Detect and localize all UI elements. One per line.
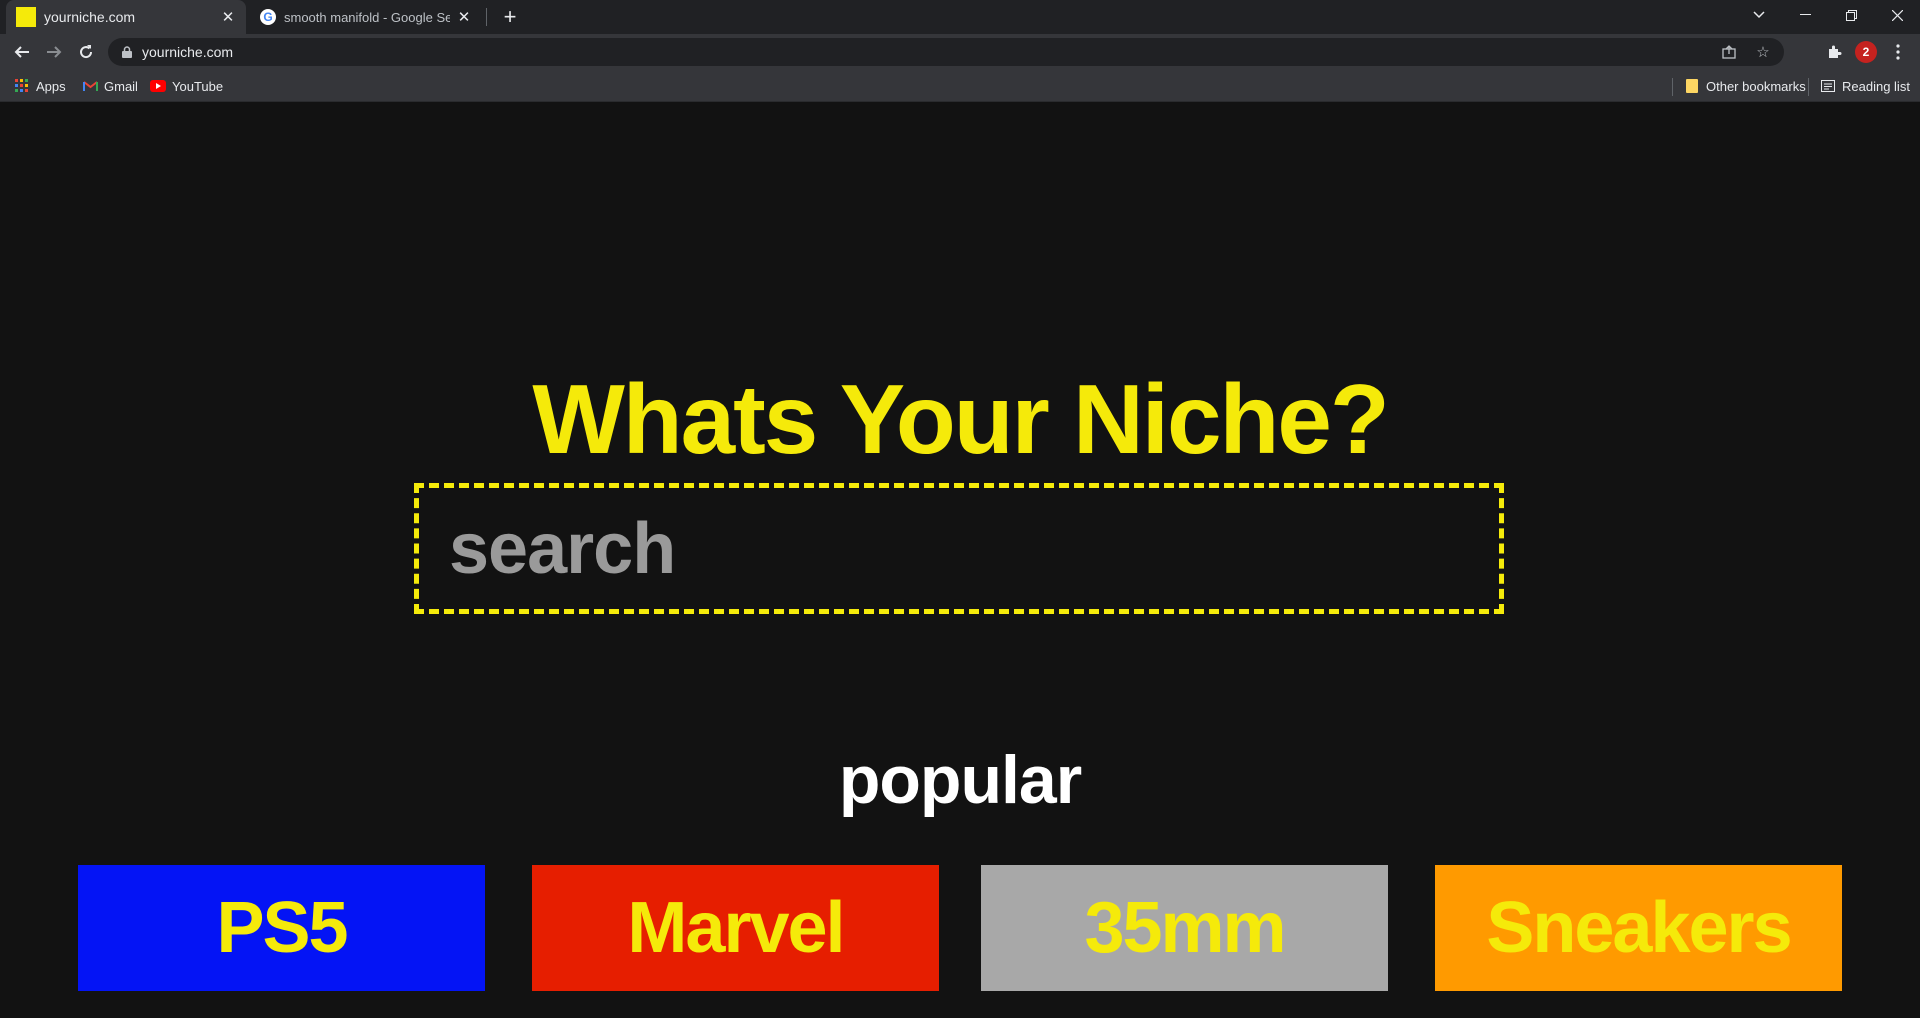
category-marvel-button[interactable]: Marvel	[532, 865, 939, 991]
gmail-icon	[82, 78, 98, 94]
close-window-icon[interactable]	[1874, 0, 1920, 30]
youtube-icon	[150, 78, 166, 94]
category-label: PS5	[216, 888, 348, 968]
extensions-puzzle-icon[interactable]	[1820, 38, 1848, 66]
forward-arrow-icon[interactable]	[40, 38, 68, 66]
back-arrow-icon[interactable]	[8, 38, 36, 66]
browser-toolbar: yourniche.com ☆ 2	[0, 34, 1920, 70]
search-input[interactable]	[419, 488, 1499, 609]
category-label: Marvel	[627, 888, 845, 968]
close-tab-icon[interactable]: ✕	[456, 8, 472, 26]
url-text: yourniche.com	[142, 44, 234, 60]
bookmark-label: Gmail	[104, 78, 138, 94]
bookmark-gmail[interactable]: Gmail	[82, 70, 138, 102]
menu-kebab-icon[interactable]	[1884, 38, 1912, 66]
bookmark-youtube[interactable]: YouTube	[150, 70, 223, 102]
restore-icon[interactable]	[1828, 0, 1874, 30]
minimize-icon[interactable]	[1782, 0, 1828, 30]
profile-avatar[interactable]: 2	[1855, 41, 1877, 63]
bookmark-apps[interactable]: Apps	[14, 70, 66, 102]
apps-grid-icon	[14, 78, 30, 94]
tab-title: smooth manifold - Google Search	[284, 9, 450, 25]
tab-search-chevron-icon[interactable]	[1736, 0, 1782, 30]
bookmarks-divider	[1808, 78, 1809, 96]
tab-google-search[interactable]: G smooth manifold - Google Search ✕	[250, 0, 482, 34]
page-title: Whats Your Niche?	[532, 364, 1389, 474]
other-bookmarks[interactable]: Other bookmarks	[1684, 70, 1806, 102]
lock-icon[interactable]	[120, 45, 134, 59]
bookmark-label: Apps	[36, 78, 66, 94]
bookmark-label: YouTube	[172, 78, 224, 94]
popular-heading: popular	[838, 742, 1082, 818]
share-icon[interactable]	[1720, 43, 1738, 61]
tab-yourniche[interactable]: yourniche.com ✕	[6, 0, 246, 34]
reading-list[interactable]: Reading list	[1820, 70, 1910, 102]
bookmarks-divider	[1672, 78, 1673, 96]
category-sneakers-button[interactable]: Sneakers	[1435, 865, 1842, 991]
google-favicon-icon: G	[260, 9, 276, 25]
folder-icon	[1684, 78, 1700, 94]
bookmarks-bar: Apps Gmail YouTube Other bookmarks Readi…	[0, 70, 1920, 102]
category-ps5-button[interactable]: PS5	[78, 865, 485, 991]
address-bar[interactable]: yourniche.com ☆	[108, 38, 1784, 66]
other-bookmarks-label: Other bookmarks	[1706, 78, 1806, 94]
close-tab-icon[interactable]: ✕	[220, 8, 236, 26]
search-box[interactable]	[414, 483, 1504, 614]
tab-title: yourniche.com	[44, 9, 136, 25]
site-favicon-icon	[16, 7, 36, 27]
tab-bar: yourniche.com ✕ G smooth manifold - Goog…	[0, 0, 1920, 34]
category-35mm-button[interactable]: 35mm	[981, 865, 1388, 991]
reading-list-icon	[1820, 78, 1836, 94]
category-label: Sneakers	[1486, 888, 1792, 968]
new-tab-button[interactable]: +	[498, 4, 522, 30]
reload-icon[interactable]	[72, 38, 100, 66]
reading-list-label: Reading list	[1842, 78, 1910, 94]
bookmark-star-icon[interactable]: ☆	[1754, 43, 1772, 61]
tab-divider	[486, 8, 487, 26]
category-label: 35mm	[1084, 888, 1286, 968]
page-content: Whats Your Niche? popular PS5 Marvel 35m…	[0, 102, 1920, 1018]
